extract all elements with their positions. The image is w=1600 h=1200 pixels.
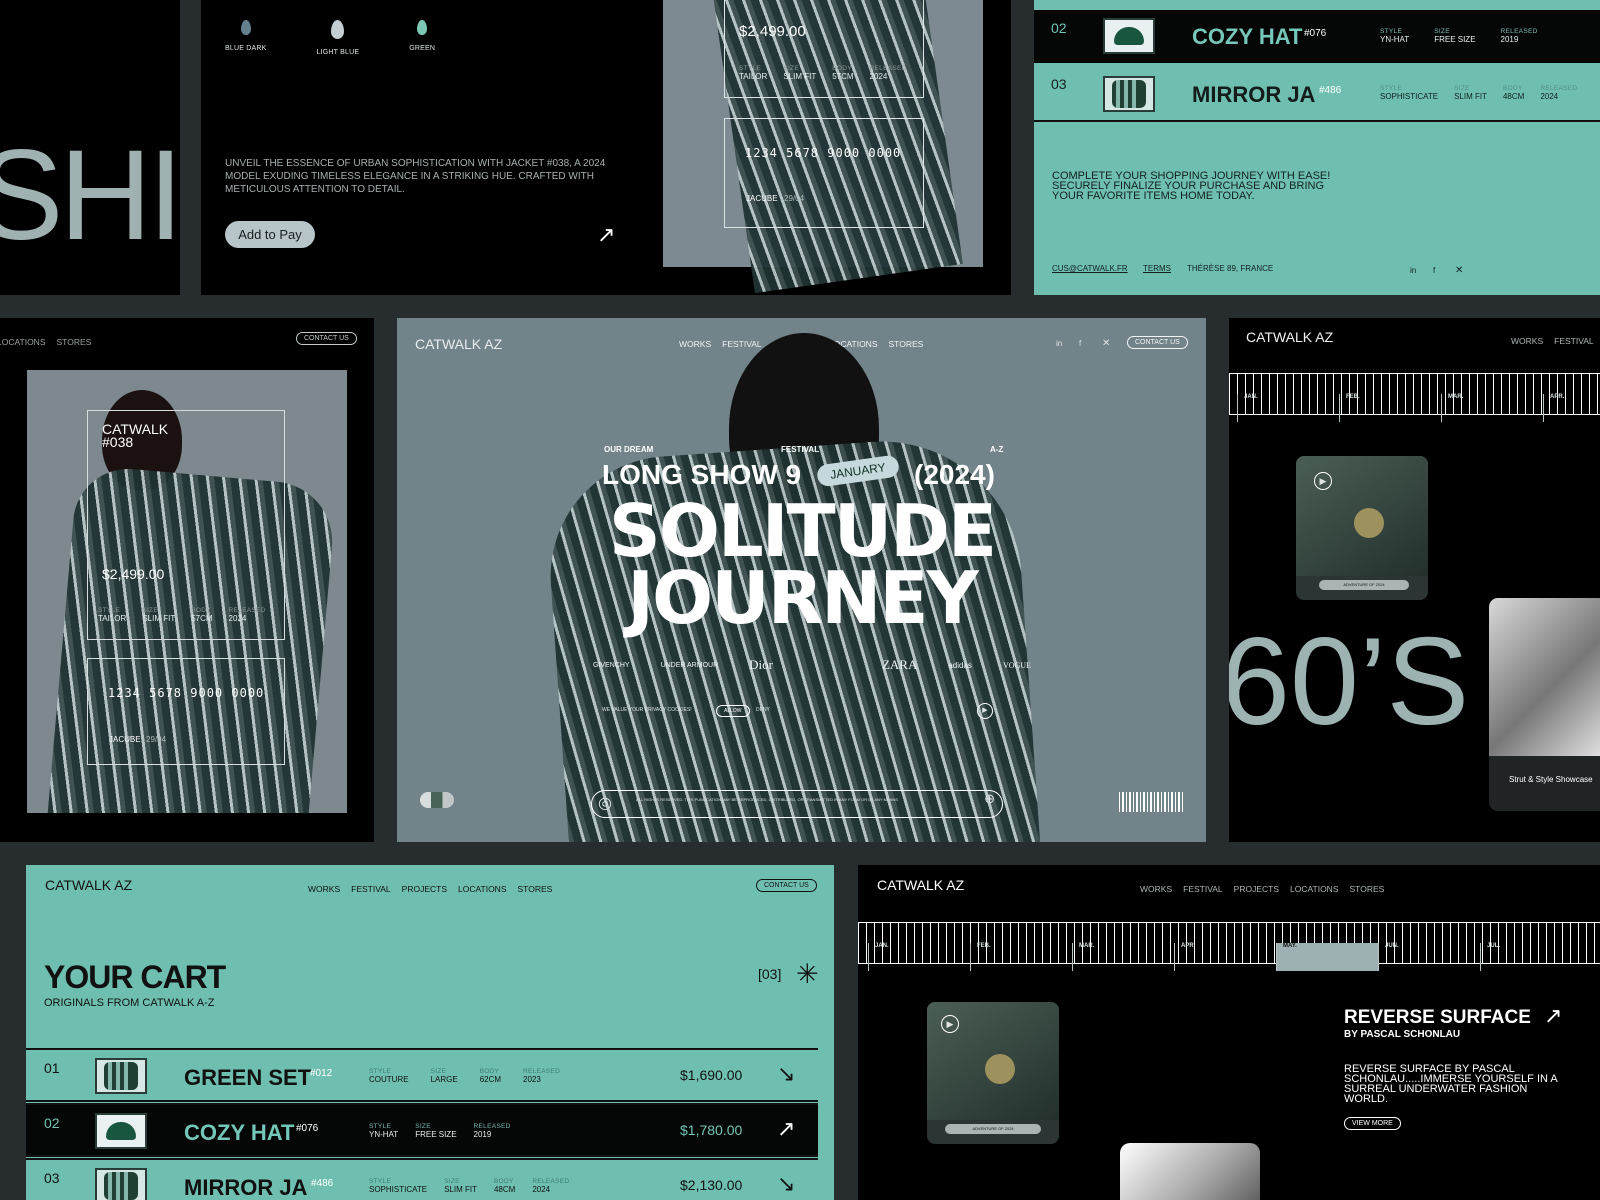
drop-icon (331, 20, 345, 39)
cozy-hat-thumbnail (1103, 18, 1155, 54)
nav-stores[interactable]: STORES (57, 337, 92, 347)
fashion-word-fragment: SHIC (0, 124, 180, 267)
contact-us-button[interactable]: CONTACT US (1127, 336, 1188, 349)
north-east-arrow-icon: ↗ (777, 1116, 796, 1141)
nav-stores[interactable]: STORES (518, 884, 553, 894)
play-icon[interactable]: ▶ (977, 703, 993, 719)
facebook-icon[interactable]: f (1433, 266, 1435, 275)
swatch-green[interactable]: GREEN (409, 20, 435, 56)
globe-icon: ◎ (598, 795, 612, 812)
portrait-payment-card[interactable]: 1234 5678 9000 0000 JACUBE 29/04 (87, 658, 285, 765)
nav-stores[interactable]: STORES (889, 339, 924, 349)
contact-us-button[interactable]: CONTACT US (296, 332, 357, 345)
linkedin-icon[interactable]: in (1056, 339, 1062, 348)
barcode-icon (1119, 792, 1185, 812)
checkout-panel: 02 COZY HAT #076 STYLE YN-HAT SIZE FREE SI… (1034, 0, 1600, 295)
cart-row-cozy-hat[interactable]: 02 COZY HAT #076 STYLE YN-HAT SIZE FREE SI… (26, 1103, 818, 1157)
email-link[interactable]: CUS@CATWALK.FR (1052, 264, 1128, 273)
brand-logo[interactable]: CATWALK AZ (45, 877, 132, 893)
nav-stores[interactable]: STORES (1350, 884, 1385, 894)
cart-title: YOUR CART (44, 959, 226, 995)
checkout-message: COMPLETE YOUR SHOPPING JOURNEY WITH EASE… (1052, 170, 1331, 202)
x-icon[interactable]: ✕ (1455, 265, 1463, 276)
cart-count: [03] (758, 966, 782, 982)
contact-us-button[interactable]: CONTACT US (756, 879, 817, 892)
terms-link[interactable]: TERMS (1143, 264, 1171, 273)
allow-cookies-button[interactable]: ALLOW (716, 705, 750, 717)
reverse-surface-title[interactable]: REVERSE SURFACE (1344, 1007, 1531, 1029)
swatch-blue-dark[interactable]: BLUE DARK (225, 20, 266, 56)
brand-logo[interactable]: CATWALK AZ (415, 336, 502, 352)
brand-logo[interactable]: CATWALK AZ (1246, 329, 1333, 345)
nav-works[interactable]: WORKS (1511, 336, 1543, 346)
avatar-group[interactable] (420, 792, 454, 808)
showcase-thumbnail[interactable] (1120, 1143, 1260, 1200)
cozy-hat-thumbnail (95, 1113, 147, 1149)
address-text: THÉRÈSE 89, FRANCE (1187, 264, 1274, 273)
asterisk-icon: ✳ (796, 959, 819, 989)
play-icon: ▶ (941, 1015, 959, 1033)
showcase-card[interactable]: Strut & Style Showcase (1489, 598, 1600, 811)
cart-row-mirror-jacket[interactable]: 03 MIRROR JA #486 STYLE SOPHISTICATE SIZE… (1034, 67, 1600, 122)
video-card[interactable]: ▶ ADVENTURE OF 2024 (1296, 456, 1428, 600)
nav-works[interactable]: WORKS (308, 884, 340, 894)
brand-logo[interactable]: CATWALK AZ (877, 877, 964, 893)
nav-locations[interactable]: LOCATIONS (1290, 884, 1339, 894)
product-description: UNVEIL THE ESSENCE OF URBAN SOPHISTICATI… (225, 158, 606, 195)
cart-row-green-set[interactable]: 01 GREEN SET #012 STYLE COUTURE SIZE LARGE… (26, 1048, 818, 1102)
mirror-jacket-thumbnail (95, 1168, 147, 1200)
video-card[interactable]: ▶ ADVENTURE OF 2024 (927, 1002, 1059, 1144)
nav-festival[interactable]: FESTIVAL (351, 884, 391, 894)
nav-festival[interactable]: FESTIVAL (1183, 884, 1223, 894)
payment-card[interactable]: 1234 5678 9000 0000 JACUBE 29/04 (724, 118, 924, 228)
hero-landing-page: CATWALK AZ WORKSFESTIVALPROJECTSLOCATION… (397, 318, 1206, 842)
south-east-arrow-icon: ↘ (777, 1171, 796, 1196)
facebook-icon[interactable]: f (1079, 339, 1081, 348)
green-set-thumbnail (95, 1058, 147, 1094)
product-photo: $2,499.00 STYLE TAILOR SIZE SLIM FIT BODY 5… (663, 0, 983, 294)
view-more-button[interactable]: VIEW MORE (1344, 1117, 1401, 1130)
nav-locations[interactable]: LOCATIONS (458, 884, 507, 894)
x-icon[interactable]: ✕ (1102, 338, 1110, 349)
settings-icon: ⊕ (984, 791, 995, 806)
cart-row-cozy-hat[interactable]: 02 COZY HAT #076 STYLE YN-HAT SIZE FREE SI… (1034, 10, 1600, 63)
add-to-pay-button[interactable]: Add to Pay (225, 221, 315, 248)
nav-works[interactable]: WORKS (679, 339, 711, 349)
product-detail-panel: BLUE DARK LIGHT BLUE GREEN UNVEIL THE ES… (201, 0, 1011, 295)
fashion-word-panel: SHIC (0, 0, 180, 295)
nav-locations[interactable]: LOCATIONS (0, 337, 46, 347)
linkedin-icon[interactable]: in (1410, 266, 1416, 275)
hero-title: SOLITUDE JOURNEY (608, 489, 997, 640)
deny-cookies-button[interactable]: DENY (756, 707, 770, 713)
timeline-panel-top: CATWALK AZ WORKS FESTIVAL JAN. FEB. MAR. … (1229, 318, 1600, 842)
north-east-arrow-icon[interactable]: ↗ (597, 224, 615, 246)
nav-works[interactable]: WORKS (1140, 884, 1172, 894)
nav-festival[interactable]: FESTIVAL (1554, 336, 1594, 346)
swatch-light-blue[interactable]: LIGHT BLUE (316, 20, 359, 56)
south-east-arrow-icon: ↘ (777, 1061, 796, 1086)
cart-subtitle: ORIGINALS FROM CATWALK A-Z (44, 997, 215, 1009)
north-east-arrow-icon[interactable]: ↗ (1544, 1003, 1562, 1029)
cart-row-mirror-jacket[interactable]: 03 MIRROR JA #486 STYLE SOPHISTICATE SIZE… (26, 1158, 818, 1200)
left-nav: LOCATIONS STORES (0, 332, 102, 350)
portrait-card-panel: LOCATIONS STORES CONTACT US CATWALK #038 … (0, 318, 374, 842)
drop-icon (240, 20, 251, 35)
portrait-image: CATWALK #038 $2,499.00 STYLE TAILOR SIZE S… (27, 370, 347, 813)
nav-projects[interactable]: PROJECTS (402, 884, 447, 894)
nav-festival[interactable]: FESTIVAL (722, 339, 762, 349)
nav-projects[interactable]: PROJECTS (1234, 884, 1279, 894)
spec-list: STYLE TAILOR SIZE SLIM FIT BODY 57CM RELEAS… (739, 65, 907, 81)
color-swatches: BLUE DARK LIGHT BLUE GREEN (225, 20, 435, 56)
play-icon: ▶ (1314, 472, 1332, 490)
timeline-panel-bottom: CATWALK AZ WORKS FESTIVAL PROJECTS LOCATION… (858, 865, 1600, 1200)
mirror-jacket-thumbnail (1103, 76, 1155, 112)
rights-banner: ◎ ALL RIGHTS RESERVED. THIS PUBLICATION M… (591, 790, 1003, 818)
cart-page: CATWALK AZ WORKS FESTIVAL PROJECTS LOCATION… (26, 865, 834, 1200)
drop-icon (417, 20, 428, 35)
brand-logos: GIVENCHY UNDER ARMOUR Dior ZARA adidas VOGUE (593, 657, 1031, 672)
